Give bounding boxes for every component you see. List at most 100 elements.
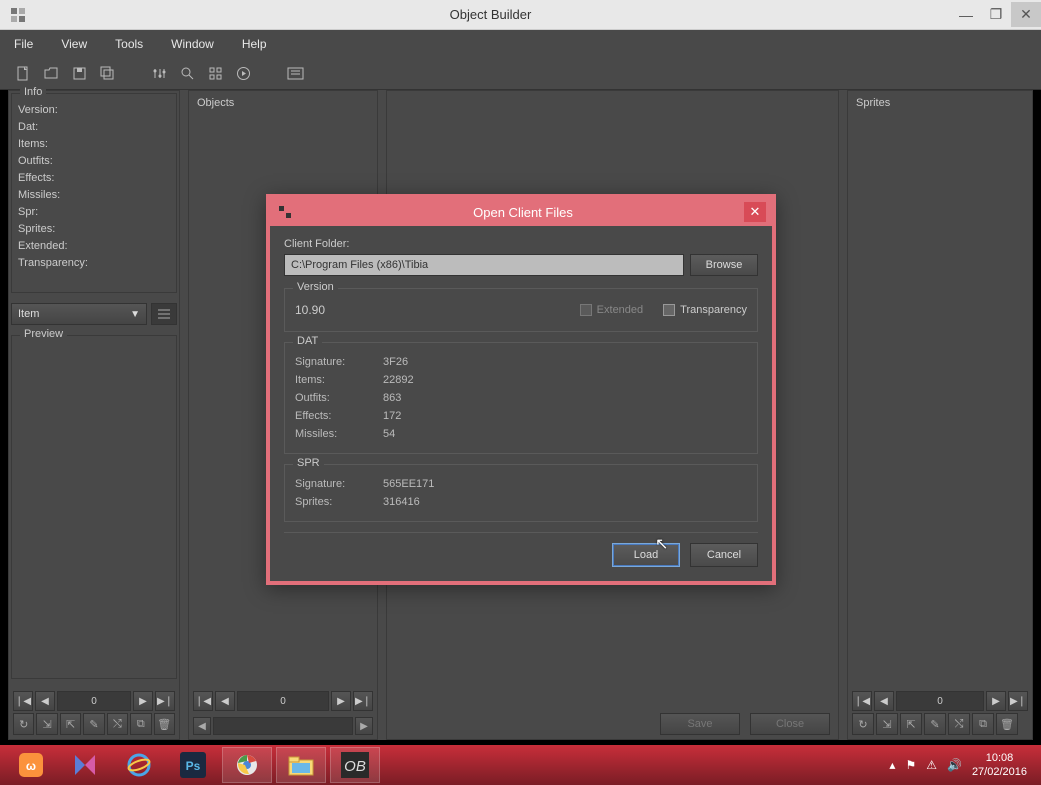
spr-nav-next[interactable]: ▶ [986, 691, 1006, 711]
close-button[interactable]: Close [750, 713, 830, 735]
tray-clock[interactable]: 10:08 27/02/2016 [972, 751, 1027, 779]
menu-tools[interactable]: Tools [115, 37, 143, 51]
slider-icon[interactable] [150, 65, 168, 83]
obj-nav-next[interactable]: ▶ [331, 691, 351, 711]
save-all-icon[interactable] [98, 65, 116, 83]
spr-edit-icon[interactable]: ✎ [924, 713, 946, 735]
spr-nav-last[interactable]: ▶❘ [1008, 691, 1028, 711]
tray-warning-icon[interactable]: ⚠ [926, 758, 937, 772]
browse-button[interactable]: Browse [690, 254, 758, 276]
dat-effects: 172 [383, 407, 401, 425]
dat-items: 22892 [383, 371, 414, 389]
preview-legend: Preview [20, 328, 67, 340]
info-spr: Spr: [18, 204, 170, 221]
spr-nav-index[interactable]: 0 [896, 691, 984, 711]
svg-text:ω: ω [26, 759, 36, 773]
log-icon[interactable] [286, 65, 304, 83]
sprites-legend: Sprites [848, 91, 1032, 115]
taskbar: ω Ps OB ▴ ⚑ ⚠ 🔊 10:08 27/02/2016 [0, 745, 1041, 785]
spr-import-icon[interactable]: ⇱ [900, 713, 922, 735]
search-icon[interactable] [178, 65, 196, 83]
replace-icon[interactable]: ⤭ [107, 713, 128, 735]
client-folder-input[interactable]: C:\Program Files (x86)\Tibia [284, 254, 684, 276]
obj-nav-index[interactable]: 0 [237, 691, 329, 711]
taskbar-explorer[interactable] [276, 747, 326, 783]
export-icon[interactable]: ⇲ [36, 713, 57, 735]
spr-export-icon[interactable]: ⇲ [876, 713, 898, 735]
category-dropdown[interactable]: Item ▼ [11, 303, 147, 325]
load-button[interactable]: Load [612, 543, 680, 567]
chevron-down-icon: ▼ [130, 309, 140, 320]
taskbar-ie[interactable] [114, 747, 164, 783]
obj-scroll-left[interactable]: ◀ [193, 717, 211, 735]
import-icon[interactable]: ⇱ [60, 713, 81, 735]
minimize-button[interactable]: — [951, 2, 981, 27]
taskbar-chrome[interactable] [222, 747, 272, 783]
new-file-icon[interactable] [14, 65, 32, 83]
spr-replace-icon[interactable]: ⤭ [948, 713, 970, 735]
spr-delete-icon[interactable]: 🗑 [996, 713, 1018, 735]
client-folder-label: Client Folder: [284, 238, 758, 250]
tray-up-icon[interactable]: ▴ [889, 758, 895, 772]
spr-legend: SPR [293, 457, 324, 469]
taskbar-photoshop[interactable]: Ps [168, 747, 218, 783]
window-close-button[interactable]: ✕ [1011, 2, 1041, 27]
obj-nav-prev[interactable]: ◀ [215, 691, 235, 711]
grid-icon[interactable] [206, 65, 224, 83]
obj-nav-last[interactable]: ▶❘ [353, 691, 373, 711]
objects-legend: Objects [189, 91, 377, 115]
svg-text:Ps: Ps [186, 759, 201, 773]
open-client-files-dialog: Open Client Files ✕ Client Folder: C:\Pr… [266, 194, 776, 585]
refresh-icon[interactable]: ↻ [13, 713, 34, 735]
menu-window[interactable]: Window [171, 37, 214, 51]
dat-missiles: 54 [383, 425, 395, 443]
dialog-title: Open Client Files [302, 205, 744, 220]
obj-scroll-track[interactable] [213, 717, 353, 735]
tray-flag-icon[interactable]: ⚑ [905, 758, 916, 772]
transparency-checkbox[interactable]: Transparency [663, 304, 747, 316]
edit-icon[interactable]: ✎ [83, 713, 104, 735]
nav-prev-button[interactable]: ◀ [35, 691, 55, 711]
spr-sprites: 316416 [383, 493, 420, 511]
obj-scroll-right[interactable]: ▶ [355, 717, 373, 735]
spr-signature: 565EE171 [383, 475, 434, 493]
info-sprites: Sprites: [18, 221, 170, 238]
info-version: Version: [18, 102, 170, 119]
nav-index[interactable]: 0 [57, 691, 131, 711]
spr-nav-prev[interactable]: ◀ [874, 691, 894, 711]
nav-first-button[interactable]: ❘◀ [13, 691, 33, 711]
info-dat: Dat: [18, 119, 170, 136]
spr-copy-icon[interactable]: ⧉ [972, 713, 994, 735]
play-icon[interactable] [234, 65, 252, 83]
delete-icon[interactable]: 🗑 [154, 713, 175, 735]
save-icon[interactable] [70, 65, 88, 83]
cancel-button[interactable]: Cancel [690, 543, 758, 567]
menu-help[interactable]: Help [242, 37, 267, 51]
taskbar-objectbuilder[interactable]: OB [330, 747, 380, 783]
nav-next-button[interactable]: ▶ [133, 691, 153, 711]
maximize-button[interactable]: ❐ [981, 2, 1011, 27]
taskbar-media[interactable] [60, 747, 110, 783]
menu-view[interactable]: View [61, 37, 87, 51]
info-extended: Extended: [18, 238, 170, 255]
nav-last-button[interactable]: ▶❘ [155, 691, 175, 711]
taskbar-xampp[interactable]: ω [6, 747, 56, 783]
toolbar [0, 58, 1041, 90]
info-missiles: Missiles: [18, 187, 170, 204]
open-folder-icon[interactable] [42, 65, 60, 83]
window-titlebar: Object Builder — ❐ ✕ [0, 0, 1041, 30]
menu-file[interactable]: File [14, 37, 33, 51]
spr-refresh-icon[interactable]: ↻ [852, 713, 874, 735]
copy-icon[interactable]: ⧉ [130, 713, 151, 735]
dialog-close-button[interactable]: ✕ [744, 202, 766, 222]
save-button[interactable]: Save [660, 713, 740, 735]
dropdown-value: Item [18, 308, 39, 320]
version-legend: Version [293, 281, 338, 293]
dat-legend: DAT [293, 335, 322, 347]
spr-nav-first[interactable]: ❘◀ [852, 691, 872, 711]
info-transparency: Transparency: [18, 255, 170, 272]
list-mode-button[interactable] [151, 303, 177, 325]
tray-volume-icon[interactable]: 🔊 [947, 758, 962, 772]
obj-nav-first[interactable]: ❘◀ [193, 691, 213, 711]
info-outfits: Outfits: [18, 153, 170, 170]
